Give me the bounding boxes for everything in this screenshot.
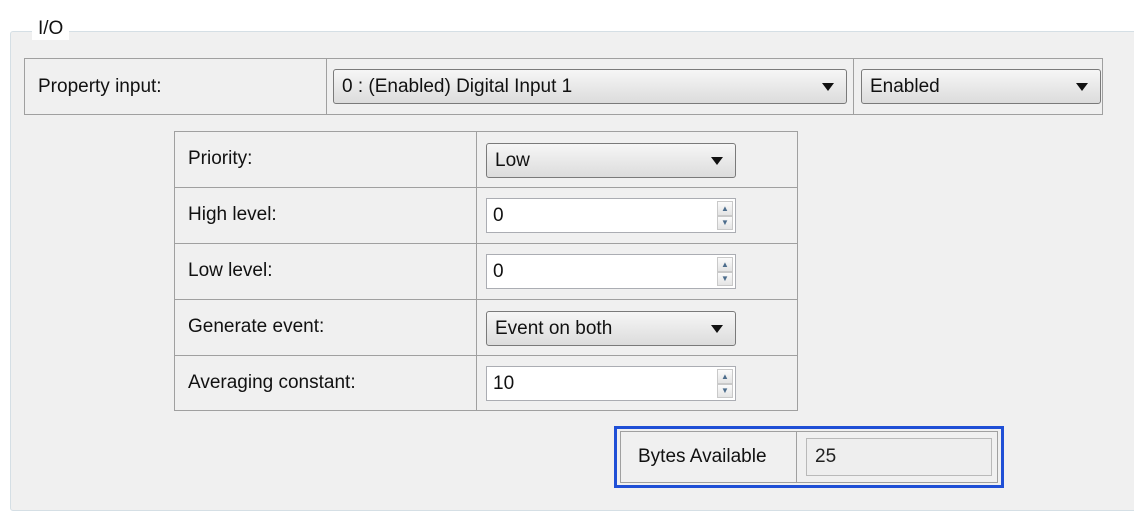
property-input-select-value: 0 : (Enabled) Digital Input 1 xyxy=(342,75,573,97)
averaging-constant-label: Averaging constant: xyxy=(188,372,356,393)
chevron-down-icon xyxy=(1076,82,1088,91)
io-group-title: I/O xyxy=(32,18,70,40)
spin-up-icon[interactable]: ▲ xyxy=(717,257,733,272)
divider xyxy=(796,431,797,483)
spin-up-icon[interactable]: ▲ xyxy=(717,201,733,216)
high-level-value: 0 xyxy=(493,204,504,226)
generate-event-label: Generate event: xyxy=(188,316,325,337)
low-level-stepper[interactable]: 0 ▲ ▼ xyxy=(486,254,736,289)
divider xyxy=(853,58,854,115)
priority-label: Priority: xyxy=(188,148,253,169)
averaging-constant-stepper[interactable]: 10 ▲ ▼ xyxy=(486,366,736,401)
divider xyxy=(476,131,477,411)
generate-event-select[interactable]: Event on both xyxy=(486,311,736,346)
bytes-available-label: Bytes Available xyxy=(638,446,767,467)
spin-up-icon[interactable]: ▲ xyxy=(717,369,733,384)
spin-down-icon[interactable]: ▼ xyxy=(717,383,733,398)
chevron-down-icon xyxy=(822,82,834,91)
priority-select-value: Low xyxy=(495,149,530,171)
spin-down-icon[interactable]: ▼ xyxy=(717,215,733,230)
averaging-constant-value: 10 xyxy=(493,372,515,394)
divider xyxy=(326,58,327,115)
bytes-available-value: 25 xyxy=(806,438,992,476)
spin-down-icon[interactable]: ▼ xyxy=(717,271,733,286)
property-state-select-value: Enabled xyxy=(870,75,940,97)
high-level-stepper[interactable]: 0 ▲ ▼ xyxy=(486,198,736,233)
low-level-value: 0 xyxy=(493,260,504,282)
chevron-down-icon xyxy=(711,324,723,333)
generate-event-select-value: Event on both xyxy=(495,317,613,339)
chevron-down-icon xyxy=(711,156,723,165)
low-level-label: Low level: xyxy=(188,260,273,281)
priority-select[interactable]: Low xyxy=(486,143,736,178)
property-state-select[interactable]: Enabled xyxy=(861,69,1101,104)
property-input-select[interactable]: 0 : (Enabled) Digital Input 1 xyxy=(333,69,847,104)
high-level-label: High level: xyxy=(188,204,277,225)
property-input-label: Property input: xyxy=(38,75,162,97)
